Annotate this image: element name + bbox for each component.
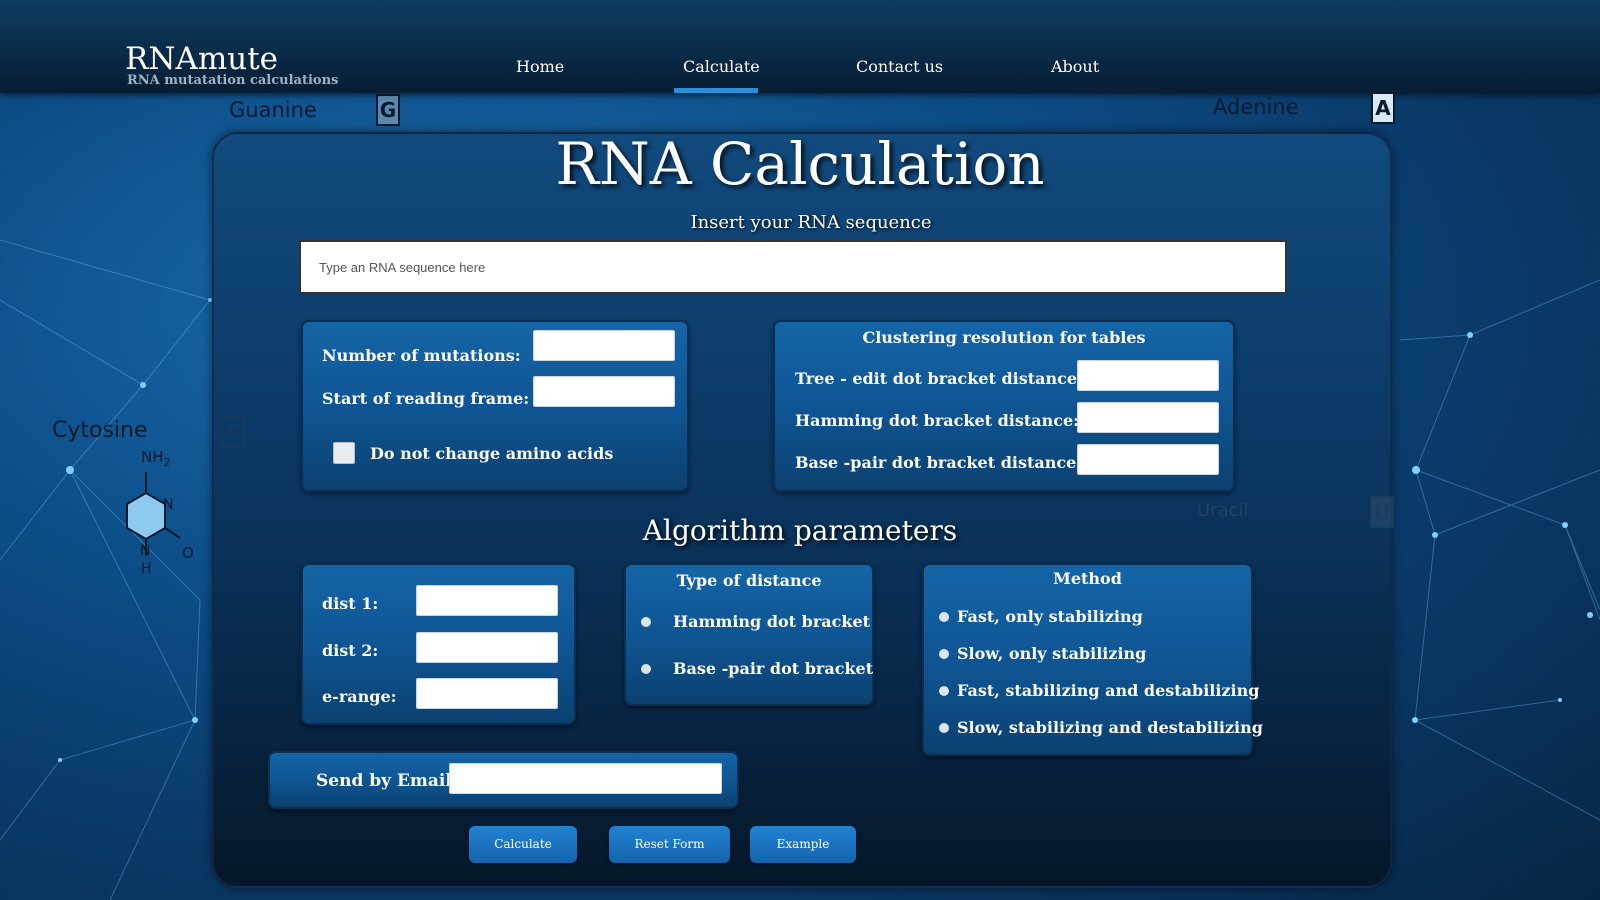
- method-option-4[interactable]: Slow, stabilizing and destabilizing: [957, 718, 1263, 737]
- erange-label: e-range:: [322, 687, 397, 706]
- method-option-3[interactable]: Fast, stabilizing and destabilizing: [957, 681, 1259, 700]
- hamming-distance-input[interactable]: [1077, 402, 1219, 433]
- base-pair-radio[interactable]: [641, 664, 651, 674]
- distance-parameters-box: dist 1: dist 2: e-range:: [301, 563, 576, 725]
- nav-active-indicator: [674, 88, 758, 93]
- clustering-title: Clustering resolution for tables: [862, 328, 1146, 347]
- dist2-label: dist 2:: [322, 641, 379, 660]
- adenine-label: Adenine: [1213, 95, 1299, 119]
- email-box: Send by Email: [268, 751, 739, 809]
- rna-sequence-input[interactable]: [299, 240, 1287, 294]
- nav-calculate[interactable]: Calculate: [683, 57, 760, 76]
- rna-sequence-label: Insert your RNA sequence: [690, 212, 932, 233]
- amino-acids-checkbox[interactable]: [333, 442, 355, 464]
- method-option-2[interactable]: Slow, only stabilizing: [957, 644, 1146, 663]
- nav-home[interactable]: Home: [516, 57, 564, 76]
- tree-edit-input[interactable]: [1077, 360, 1219, 391]
- page-title: RNA Calculation: [555, 130, 1045, 198]
- mutation-settings-box: Number of mutations: Start of reading fr…: [301, 320, 689, 492]
- email-input[interactable]: [449, 763, 722, 794]
- email-label: Send by Email: [316, 771, 452, 791]
- method-option-1[interactable]: Fast, only stabilizing: [957, 607, 1143, 626]
- guanine-letter: G: [376, 94, 400, 126]
- calculate-button[interactable]: Calculate: [469, 826, 577, 863]
- hamming-radio[interactable]: [641, 617, 651, 627]
- mutations-label: Number of mutations:: [322, 346, 521, 365]
- method-radio-4[interactable]: [939, 723, 949, 733]
- base-pair-distance-label: Base -pair dot bracket distance:: [795, 453, 1083, 472]
- cytosine-amine-label: NH2: [141, 448, 171, 469]
- cytosine-label: Cytosine: [52, 418, 148, 443]
- brand-subtitle: RNA mutatation calculations: [127, 73, 339, 88]
- cytosine-letter: C: [221, 416, 245, 448]
- erange-input[interactable]: [416, 678, 558, 709]
- amino-acids-label: Do not change amino acids: [370, 444, 614, 463]
- nav-contact-us[interactable]: Contact us: [856, 57, 943, 76]
- reading-frame-label: Start of reading frame:: [322, 389, 530, 408]
- method-box: Method Fast, only stabilizing Slow, only…: [922, 563, 1263, 756]
- dist1-label: dist 1:: [322, 594, 379, 613]
- base-pair-option-label[interactable]: Base -pair dot bracket: [673, 659, 873, 678]
- cytosine-n-label: N: [163, 497, 174, 513]
- nav-about[interactable]: About: [1051, 57, 1099, 76]
- example-button[interactable]: Example: [750, 826, 856, 863]
- mutations-input[interactable]: [533, 330, 675, 361]
- top-navigation-bar: RNAmute RNA mutatation calculations Home…: [0, 0, 1600, 93]
- guanine-label: Guanine: [229, 98, 317, 122]
- hamming-distance-label: Hamming dot bracket distance:: [795, 411, 1080, 430]
- tree-edit-label: Tree - edit dot bracket distance:: [795, 369, 1083, 388]
- base-pair-distance-input[interactable]: [1077, 444, 1219, 475]
- adenine-letter: A: [1371, 92, 1395, 124]
- dist1-input[interactable]: [416, 585, 558, 616]
- brand-logo[interactable]: RNAmute RNA mutatation calculations: [125, 41, 339, 89]
- clustering-resolution-box: Clustering resolution for tables Tree - …: [773, 320, 1235, 492]
- hamming-option-label[interactable]: Hamming dot bracket: [673, 612, 870, 631]
- brand-title: RNAmute: [125, 41, 279, 77]
- method-radio-1[interactable]: [939, 612, 949, 622]
- distance-type-title: Type of distance: [676, 571, 822, 590]
- algorithm-parameters-title: Algorithm parameters: [642, 514, 958, 547]
- dist2-input[interactable]: [416, 632, 558, 663]
- cytosine-h-label: H: [141, 561, 152, 577]
- method-radio-2[interactable]: [939, 649, 949, 659]
- reading-frame-input[interactable]: [533, 376, 675, 407]
- method-title: Method: [1053, 569, 1122, 588]
- method-radio-3[interactable]: [939, 686, 949, 696]
- distance-type-box: Type of distance Hamming dot bracket Bas…: [624, 563, 874, 706]
- reset-form-button[interactable]: Reset Form: [609, 826, 730, 863]
